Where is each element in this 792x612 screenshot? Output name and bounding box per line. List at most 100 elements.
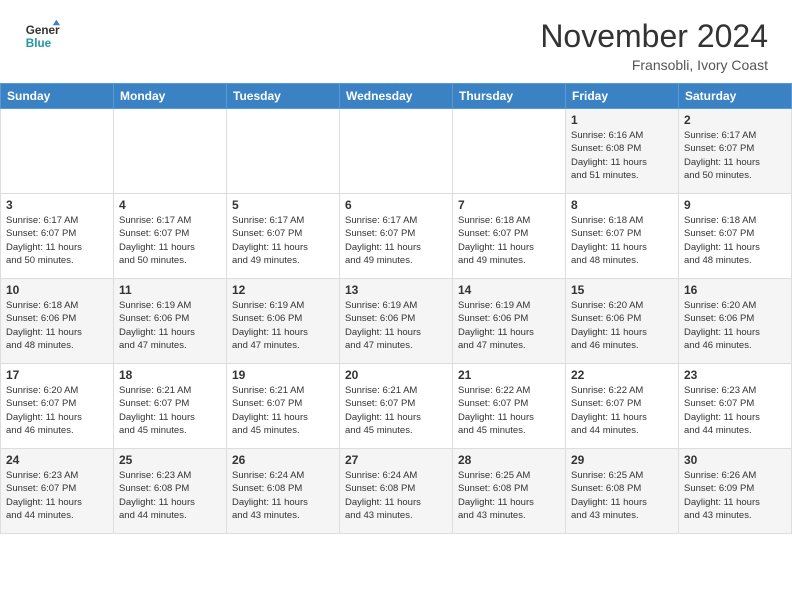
calendar-cell: 27 Sunrise: 6:24 AM Sunset: 6:08 PM Dayli… — [340, 449, 453, 534]
calendar-cell: 8 Sunrise: 6:18 AM Sunset: 6:07 PM Daylig… — [566, 194, 679, 279]
calendar-cell: 28Sunrise: 6:25 AM Sunset: 6:08 PM Dayli… — [453, 449, 566, 534]
day-info: Sunrise: 6:22 AM Sunset: 6:07 PM Dayligh… — [571, 384, 673, 437]
title-block: November 2024 Fransobli, Ivory Coast — [540, 18, 768, 73]
calendar-cell: 1 Sunrise: 6:16 AM Sunset: 6:08 PM Daylig… — [566, 109, 679, 194]
day-number: 6 — [345, 198, 447, 212]
day-info: Sunrise: 6:20 AM Sunset: 6:06 PM Dayligh… — [571, 299, 673, 352]
day-number: 21 — [458, 368, 560, 382]
day-number: 12 — [232, 283, 334, 297]
day-number: 7 — [458, 198, 560, 212]
day-number: 16 — [684, 283, 786, 297]
location: Fransobli, Ivory Coast — [540, 57, 768, 73]
day-info: Sunrise: 6:17 AM Sunset: 6:07 PM Dayligh… — [684, 129, 786, 182]
day-info: Sunrise: 6:19 AM Sunset: 6:06 PM Dayligh… — [232, 299, 334, 352]
weekday-header-tuesday: Tuesday — [227, 84, 340, 109]
day-info: Sunrise: 6:20 AM Sunset: 6:07 PM Dayligh… — [6, 384, 108, 437]
day-number: 10 — [6, 283, 108, 297]
calendar-week-3: 10 Sunrise: 6:18 AM Sunset: 6:06 PM Dayli… — [1, 279, 792, 364]
calendar-cell: 6Sunrise: 6:17 AM Sunset: 6:07 PM Daylig… — [340, 194, 453, 279]
day-info: Sunrise: 6:18 AM Sunset: 6:07 PM Dayligh… — [684, 214, 786, 267]
calendar-body: 1 Sunrise: 6:16 AM Sunset: 6:08 PM Daylig… — [1, 109, 792, 534]
day-number: 27 — [345, 453, 447, 467]
day-info: Sunrise: 6:17 AM Sunset: 6:07 PM Dayligh… — [6, 214, 108, 267]
calendar-cell — [453, 109, 566, 194]
calendar-week-1: 1 Sunrise: 6:16 AM Sunset: 6:08 PM Daylig… — [1, 109, 792, 194]
day-info: Sunrise: 6:19 AM Sunset: 6:06 PM Dayligh… — [119, 299, 221, 352]
calendar-cell: 4Sunrise: 6:17 AM Sunset: 6:07 PM Daylig… — [114, 194, 227, 279]
calendar-cell: 29Sunrise: 6:25 AM Sunset: 6:08 PM Dayli… — [566, 449, 679, 534]
logo-icon: General Blue — [24, 18, 60, 54]
day-info: Sunrise: 6:26 AM Sunset: 6:09 PM Dayligh… — [684, 469, 786, 522]
calendar-cell: 16 Sunrise: 6:20 AM Sunset: 6:06 PM Dayli… — [679, 279, 792, 364]
day-number: 25 — [119, 453, 221, 467]
day-info: Sunrise: 6:18 AM Sunset: 6:07 PM Dayligh… — [458, 214, 560, 267]
calendar-cell: 15 Sunrise: 6:20 AM Sunset: 6:06 PM Dayli… — [566, 279, 679, 364]
day-number: 14 — [458, 283, 560, 297]
calendar-cell: 11 Sunrise: 6:19 AM Sunset: 6:06 PM Dayli… — [114, 279, 227, 364]
calendar-cell: 22Sunrise: 6:22 AM Sunset: 6:07 PM Dayli… — [566, 364, 679, 449]
weekday-header-friday: Friday — [566, 84, 679, 109]
calendar-cell: 3 Sunrise: 6:17 AM Sunset: 6:07 PM Daylig… — [1, 194, 114, 279]
day-info: Sunrise: 6:21 AM Sunset: 6:07 PM Dayligh… — [119, 384, 221, 437]
day-number: 11 — [119, 283, 221, 297]
calendar-week-4: 17 Sunrise: 6:20 AM Sunset: 6:07 PM Dayli… — [1, 364, 792, 449]
day-number: 9 — [684, 198, 786, 212]
day-info: Sunrise: 6:17 AM Sunset: 6:07 PM Dayligh… — [119, 214, 221, 267]
calendar-table: SundayMondayTuesdayWednesdayThursdayFrid… — [0, 83, 792, 534]
page-header: General Blue November 2024 Fransobli, Iv… — [0, 0, 792, 83]
calendar-cell — [1, 109, 114, 194]
day-number: 13 — [345, 283, 447, 297]
day-info: Sunrise: 6:19 AM Sunset: 6:06 PM Dayligh… — [345, 299, 447, 352]
day-info: Sunrise: 6:23 AM Sunset: 6:07 PM Dayligh… — [684, 384, 786, 437]
day-number: 19 — [232, 368, 334, 382]
day-number: 17 — [6, 368, 108, 382]
month-title: November 2024 — [540, 18, 768, 55]
calendar-cell: 30 Sunrise: 6:26 AM Sunset: 6:09 PM Dayli… — [679, 449, 792, 534]
day-info: Sunrise: 6:21 AM Sunset: 6:07 PM Dayligh… — [232, 384, 334, 437]
day-info: Sunrise: 6:24 AM Sunset: 6:08 PM Dayligh… — [232, 469, 334, 522]
day-number: 2 — [684, 113, 786, 127]
calendar-cell: 14 Sunrise: 6:19 AM Sunset: 6:06 PM Dayli… — [453, 279, 566, 364]
calendar-week-5: 24Sunrise: 6:23 AM Sunset: 6:07 PM Dayli… — [1, 449, 792, 534]
day-info: Sunrise: 6:18 AM Sunset: 6:07 PM Dayligh… — [571, 214, 673, 267]
calendar-cell: 23 Sunrise: 6:23 AM Sunset: 6:07 PM Dayli… — [679, 364, 792, 449]
day-number: 24 — [6, 453, 108, 467]
day-info: Sunrise: 6:22 AM Sunset: 6:07 PM Dayligh… — [458, 384, 560, 437]
day-info: Sunrise: 6:16 AM Sunset: 6:08 PM Dayligh… — [571, 129, 673, 182]
day-info: Sunrise: 6:25 AM Sunset: 6:08 PM Dayligh… — [458, 469, 560, 522]
day-info: Sunrise: 6:20 AM Sunset: 6:06 PM Dayligh… — [684, 299, 786, 352]
day-info: Sunrise: 6:18 AM Sunset: 6:06 PM Dayligh… — [6, 299, 108, 352]
day-number: 29 — [571, 453, 673, 467]
weekday-header-sunday: Sunday — [1, 84, 114, 109]
svg-text:General: General — [26, 24, 60, 37]
day-info: Sunrise: 6:19 AM Sunset: 6:06 PM Dayligh… — [458, 299, 560, 352]
day-number: 26 — [232, 453, 334, 467]
calendar-cell: 12 Sunrise: 6:19 AM Sunset: 6:06 PM Dayli… — [227, 279, 340, 364]
day-number: 3 — [6, 198, 108, 212]
calendar-cell: 17 Sunrise: 6:20 AM Sunset: 6:07 PM Dayli… — [1, 364, 114, 449]
calendar-cell: 21 Sunrise: 6:22 AM Sunset: 6:07 PM Dayli… — [453, 364, 566, 449]
calendar-cell: 19 Sunrise: 6:21 AM Sunset: 6:07 PM Dayli… — [227, 364, 340, 449]
day-number: 20 — [345, 368, 447, 382]
logo: General Blue — [24, 18, 60, 54]
calendar-cell: 26 Sunrise: 6:24 AM Sunset: 6:08 PM Dayli… — [227, 449, 340, 534]
calendar-cell: 25Sunrise: 6:23 AM Sunset: 6:08 PM Dayli… — [114, 449, 227, 534]
calendar-cell: 18 Sunrise: 6:21 AM Sunset: 6:07 PM Dayli… — [114, 364, 227, 449]
calendar-cell: 5Sunrise: 6:17 AM Sunset: 6:07 PM Daylig… — [227, 194, 340, 279]
calendar-cell — [227, 109, 340, 194]
day-number: 23 — [684, 368, 786, 382]
calendar-cell: 13 Sunrise: 6:19 AM Sunset: 6:06 PM Dayli… — [340, 279, 453, 364]
day-number: 15 — [571, 283, 673, 297]
day-number: 18 — [119, 368, 221, 382]
calendar-cell: 7 Sunrise: 6:18 AM Sunset: 6:07 PM Daylig… — [453, 194, 566, 279]
day-info: Sunrise: 6:24 AM Sunset: 6:08 PM Dayligh… — [345, 469, 447, 522]
weekday-header-monday: Monday — [114, 84, 227, 109]
calendar-cell: 9 Sunrise: 6:18 AM Sunset: 6:07 PM Daylig… — [679, 194, 792, 279]
calendar-week-2: 3 Sunrise: 6:17 AM Sunset: 6:07 PM Daylig… — [1, 194, 792, 279]
day-number: 8 — [571, 198, 673, 212]
day-info: Sunrise: 6:21 AM Sunset: 6:07 PM Dayligh… — [345, 384, 447, 437]
svg-text:Blue: Blue — [26, 37, 52, 50]
day-number: 1 — [571, 113, 673, 127]
day-number: 30 — [684, 453, 786, 467]
weekday-header-wednesday: Wednesday — [340, 84, 453, 109]
